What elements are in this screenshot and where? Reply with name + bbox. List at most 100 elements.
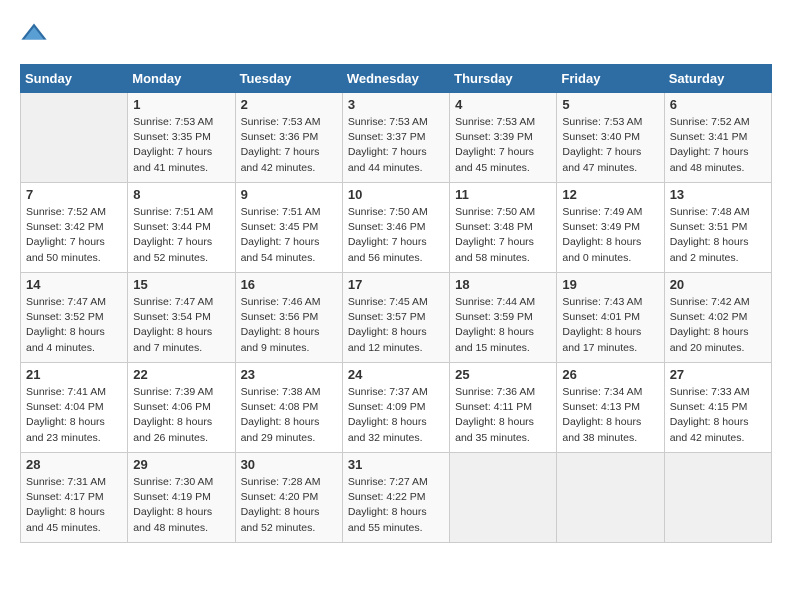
- day-number: 2: [241, 97, 337, 112]
- calendar-week-0: 1 Sunrise: 7:53 AMSunset: 3:35 PMDaylight…: [21, 93, 772, 183]
- calendar-body: 1 Sunrise: 7:53 AMSunset: 3:35 PMDaylight…: [21, 93, 772, 543]
- calendar-cell: 6 Sunrise: 7:52 AMSunset: 3:41 PMDaylight…: [664, 93, 771, 183]
- day-number: 20: [670, 277, 766, 292]
- day-info: Sunrise: 7:38 AMSunset: 4:08 PMDaylight:…: [241, 385, 337, 446]
- day-number: 25: [455, 367, 551, 382]
- day-info: Sunrise: 7:50 AMSunset: 3:48 PMDaylight:…: [455, 205, 551, 266]
- calendar-cell: 4 Sunrise: 7:53 AMSunset: 3:39 PMDaylight…: [450, 93, 557, 183]
- calendar-cell: 13 Sunrise: 7:48 AMSunset: 3:51 PMDayligh…: [664, 183, 771, 273]
- day-info: Sunrise: 7:49 AMSunset: 3:49 PMDaylight:…: [562, 205, 658, 266]
- calendar-cell: 23 Sunrise: 7:38 AMSunset: 4:08 PMDayligh…: [235, 363, 342, 453]
- calendar-cell: 11 Sunrise: 7:50 AMSunset: 3:48 PMDayligh…: [450, 183, 557, 273]
- day-number: 5: [562, 97, 658, 112]
- day-info: Sunrise: 7:43 AMSunset: 4:01 PMDaylight:…: [562, 295, 658, 356]
- calendar-cell: 25 Sunrise: 7:36 AMSunset: 4:11 PMDayligh…: [450, 363, 557, 453]
- weekday-header-saturday: Saturday: [664, 65, 771, 93]
- day-info: Sunrise: 7:37 AMSunset: 4:09 PMDaylight:…: [348, 385, 444, 446]
- day-info: Sunrise: 7:48 AMSunset: 3:51 PMDaylight:…: [670, 205, 766, 266]
- day-number: 29: [133, 457, 229, 472]
- day-number: 27: [670, 367, 766, 382]
- day-info: Sunrise: 7:31 AMSunset: 4:17 PMDaylight:…: [26, 475, 122, 536]
- day-number: 13: [670, 187, 766, 202]
- weekday-header-wednesday: Wednesday: [342, 65, 449, 93]
- calendar-cell: 17 Sunrise: 7:45 AMSunset: 3:57 PMDayligh…: [342, 273, 449, 363]
- day-info: Sunrise: 7:51 AMSunset: 3:44 PMDaylight:…: [133, 205, 229, 266]
- calendar-cell: 3 Sunrise: 7:53 AMSunset: 3:37 PMDaylight…: [342, 93, 449, 183]
- day-info: Sunrise: 7:39 AMSunset: 4:06 PMDaylight:…: [133, 385, 229, 446]
- day-number: 1: [133, 97, 229, 112]
- calendar-cell: 31Sunrise: 7:27 AMSunset: 4:22 PMDayligh…: [342, 453, 449, 543]
- calendar-cell: 5Sunrise: 7:53 AMSunset: 3:40 PMDaylight…: [557, 93, 664, 183]
- weekday-header-tuesday: Tuesday: [235, 65, 342, 93]
- day-info: Sunrise: 7:52 AMSunset: 3:42 PMDaylight:…: [26, 205, 122, 266]
- day-number: 3: [348, 97, 444, 112]
- day-info: Sunrise: 7:34 AMSunset: 4:13 PMDaylight:…: [562, 385, 658, 446]
- day-info: Sunrise: 7:28 AMSunset: 4:20 PMDaylight:…: [241, 475, 337, 536]
- calendar-cell: 27 Sunrise: 7:33 AMSunset: 4:15 PMDayligh…: [664, 363, 771, 453]
- logo-icon: [20, 20, 48, 48]
- day-number: 17: [348, 277, 444, 292]
- day-number: 24: [348, 367, 444, 382]
- weekday-header-row: SundayMondayTuesdayWednesdayThursdayFrid…: [21, 65, 772, 93]
- calendar-cell: 20 Sunrise: 7:42 AMSunset: 4:02 PMDayligh…: [664, 273, 771, 363]
- weekday-header-monday: Monday: [128, 65, 235, 93]
- calendar-cell: 24 Sunrise: 7:37 AMSunset: 4:09 PMDayligh…: [342, 363, 449, 453]
- calendar-cell: 12 Sunrise: 7:49 AMSunset: 3:49 PMDayligh…: [557, 183, 664, 273]
- day-number: 26: [562, 367, 658, 382]
- calendar-cell: 22Sunrise: 7:39 AMSunset: 4:06 PMDayligh…: [128, 363, 235, 453]
- day-info: Sunrise: 7:53 AMSunset: 3:35 PMDaylight:…: [133, 115, 229, 176]
- weekday-header-friday: Friday: [557, 65, 664, 93]
- calendar-cell: [557, 453, 664, 543]
- calendar-cell: 10Sunrise: 7:50 AMSunset: 3:46 PMDayligh…: [342, 183, 449, 273]
- day-number: 7: [26, 187, 122, 202]
- calendar-cell: [664, 453, 771, 543]
- day-number: 12: [562, 187, 658, 202]
- day-number: 31: [348, 457, 444, 472]
- day-number: 9: [241, 187, 337, 202]
- day-info: Sunrise: 7:45 AMSunset: 3:57 PMDaylight:…: [348, 295, 444, 356]
- day-info: Sunrise: 7:33 AMSunset: 4:15 PMDaylight:…: [670, 385, 766, 446]
- day-number: 8: [133, 187, 229, 202]
- day-number: 15: [133, 277, 229, 292]
- calendar-cell: 15 Sunrise: 7:47 AMSunset: 3:54 PMDayligh…: [128, 273, 235, 363]
- day-info: Sunrise: 7:44 AMSunset: 3:59 PMDaylight:…: [455, 295, 551, 356]
- calendar-cell: 2Sunrise: 7:53 AMSunset: 3:36 PMDaylight…: [235, 93, 342, 183]
- calendar-table: SundayMondayTuesdayWednesdayThursdayFrid…: [20, 64, 772, 543]
- day-info: Sunrise: 7:47 AMSunset: 3:54 PMDaylight:…: [133, 295, 229, 356]
- calendar-cell: [21, 93, 128, 183]
- day-info: Sunrise: 7:36 AMSunset: 4:11 PMDaylight:…: [455, 385, 551, 446]
- day-number: 16: [241, 277, 337, 292]
- day-info: Sunrise: 7:41 AMSunset: 4:04 PMDaylight:…: [26, 385, 122, 446]
- day-number: 14: [26, 277, 122, 292]
- calendar-header: SundayMondayTuesdayWednesdayThursdayFrid…: [21, 65, 772, 93]
- calendar-week-2: 14Sunrise: 7:47 AMSunset: 3:52 PMDayligh…: [21, 273, 772, 363]
- calendar-cell: 9Sunrise: 7:51 AMSunset: 3:45 PMDaylight…: [235, 183, 342, 273]
- day-number: 23: [241, 367, 337, 382]
- calendar-cell: 16 Sunrise: 7:46 AMSunset: 3:56 PMDayligh…: [235, 273, 342, 363]
- day-info: Sunrise: 7:53 AMSunset: 3:39 PMDaylight:…: [455, 115, 551, 176]
- day-info: Sunrise: 7:30 AMSunset: 4:19 PMDaylight:…: [133, 475, 229, 536]
- calendar-cell: 18Sunrise: 7:44 AMSunset: 3:59 PMDayligh…: [450, 273, 557, 363]
- day-info: Sunrise: 7:42 AMSunset: 4:02 PMDaylight:…: [670, 295, 766, 356]
- day-number: 6: [670, 97, 766, 112]
- day-number: 4: [455, 97, 551, 112]
- weekday-header-sunday: Sunday: [21, 65, 128, 93]
- calendar-cell: 1 Sunrise: 7:53 AMSunset: 3:35 PMDaylight…: [128, 93, 235, 183]
- page-header: [20, 20, 772, 48]
- day-number: 30: [241, 457, 337, 472]
- calendar-cell: 29 Sunrise: 7:30 AMSunset: 4:19 PMDayligh…: [128, 453, 235, 543]
- calendar-cell: 28Sunrise: 7:31 AMSunset: 4:17 PMDayligh…: [21, 453, 128, 543]
- calendar-week-1: 7 Sunrise: 7:52 AMSunset: 3:42 PMDaylight…: [21, 183, 772, 273]
- calendar-cell: 30 Sunrise: 7:28 AMSunset: 4:20 PMDayligh…: [235, 453, 342, 543]
- day-number: 21: [26, 367, 122, 382]
- calendar-week-3: 21 Sunrise: 7:41 AMSunset: 4:04 PMDayligh…: [21, 363, 772, 453]
- day-info: Sunrise: 7:46 AMSunset: 3:56 PMDaylight:…: [241, 295, 337, 356]
- day-number: 19: [562, 277, 658, 292]
- day-info: Sunrise: 7:53 AMSunset: 3:37 PMDaylight:…: [348, 115, 444, 176]
- calendar-cell: 21 Sunrise: 7:41 AMSunset: 4:04 PMDayligh…: [21, 363, 128, 453]
- day-info: Sunrise: 7:50 AMSunset: 3:46 PMDaylight:…: [348, 205, 444, 266]
- calendar-week-4: 28Sunrise: 7:31 AMSunset: 4:17 PMDayligh…: [21, 453, 772, 543]
- day-info: Sunrise: 7:52 AMSunset: 3:41 PMDaylight:…: [670, 115, 766, 176]
- day-number: 11: [455, 187, 551, 202]
- calendar-cell: 7 Sunrise: 7:52 AMSunset: 3:42 PMDaylight…: [21, 183, 128, 273]
